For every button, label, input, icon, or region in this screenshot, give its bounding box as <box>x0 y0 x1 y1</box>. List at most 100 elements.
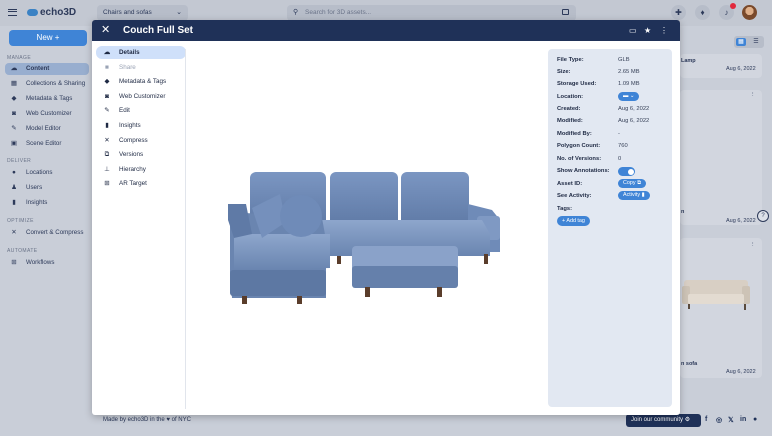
sidebar-item-locations[interactable]: ● Locations <box>5 167 89 179</box>
activity-button[interactable]: Activity ▮ <box>618 191 650 200</box>
cloud-logo-icon <box>27 9 38 16</box>
versions-label: No. of Versions: <box>557 156 602 162</box>
tag-icon: ◆ <box>11 95 17 102</box>
pen-icon: ✎ <box>104 107 110 115</box>
avatar[interactable] <box>742 5 757 20</box>
comment-icon[interactable]: ▭ <box>629 25 637 36</box>
more-vertical-icon[interactable]: ⋮ <box>750 242 756 248</box>
polygon-count-value: 760 <box>618 143 628 149</box>
join-community-button[interactable]: Join our community ⚙ <box>626 414 701 427</box>
copy-asset-id-button[interactable]: Copy ⧉ <box>618 179 646 188</box>
tab-metadata[interactable]: ◆ Metadata & Tags <box>96 75 186 88</box>
modal-tabs: ☁ Details ■ Share ◆ Metadata & Tags ◙ Web Cu… <box>96 46 186 192</box>
pen-icon: ✎ <box>11 125 17 132</box>
chart-icon: ▮ <box>105 121 109 129</box>
linkedin-icon[interactable]: in <box>740 416 746 423</box>
section-title-automate: AUTOMATE <box>7 248 38 254</box>
versions-value: 0 <box>618 156 622 162</box>
search-input[interactable]: ⚲ Search for 3D assets... <box>287 5 576 21</box>
back-cushion <box>401 172 469 226</box>
3d-model-viewer[interactable] <box>222 160 507 305</box>
sidebar-item-model-editor[interactable]: ✎ Model Editor <box>5 123 89 135</box>
sidebar-item-workflows[interactable]: ⊞ Workflows <box>5 257 89 269</box>
more-vertical-icon[interactable]: ⋮ <box>750 92 756 98</box>
flame-icon[interactable]: ♦ <box>695 5 710 20</box>
tab-versions[interactable]: ⧉ Versions <box>96 148 186 161</box>
size-value: 2.65 MB <box>618 69 640 75</box>
github-icon[interactable]: ● <box>753 416 757 423</box>
tab-ar-target[interactable]: ⊞ AR Target <box>96 177 186 190</box>
tab-insights[interactable]: ▮ Insights <box>96 119 186 132</box>
sidebar-item-users[interactable]: ♟ Users <box>5 182 89 194</box>
menu-icon[interactable] <box>8 9 17 16</box>
ottoman-leg <box>365 287 370 297</box>
category-select[interactable]: Chairs and sofas ⌄ <box>97 5 188 21</box>
sofa-thumbnail <box>682 280 750 310</box>
asset-card[interactable] <box>680 90 762 225</box>
add-tag-button[interactable]: + Add tag <box>557 216 590 226</box>
tab-web-customizer[interactable]: ◙ Web Customizer <box>96 90 186 103</box>
show-annotations-label: Show Annotations: <box>557 168 610 174</box>
sidebar-item-scene-editor[interactable]: ▣ Scene Editor <box>5 138 89 150</box>
created-value: Aug 6, 2022 <box>618 106 650 112</box>
folder-icon: ▬ <box>623 93 629 99</box>
section-title-manage: MANAGE <box>7 55 32 61</box>
new-button[interactable]: New + <box>9 30 87 46</box>
hierarchy-icon: ⊥ <box>104 165 110 173</box>
sofa-leg <box>297 296 302 304</box>
size-label: Size: <box>557 69 571 75</box>
location-button[interactable]: ▬ ⌄ <box>618 92 640 101</box>
close-icon[interactable]: ✕ <box>101 24 110 37</box>
polygon-count-label: Polygon Count: <box>557 143 601 149</box>
view-toggle[interactable]: ▦ ☰ <box>734 36 764 48</box>
sidebar-item-web-customizer[interactable]: ◙ Web Customizer <box>5 108 89 120</box>
logo[interactable]: echo3D <box>27 7 76 18</box>
cloud-icon: ☁ <box>10 65 18 72</box>
sidebar-item-content[interactable]: ☁ Content <box>5 63 89 75</box>
tab-compress[interactable]: ✕ Compress <box>96 134 186 147</box>
sofa-leg <box>337 256 341 264</box>
instagram-icon[interactable]: ◎ <box>716 416 722 424</box>
target-icon: ⊞ <box>104 180 110 188</box>
file-type-value: GLB <box>618 57 630 63</box>
sidebar-item-insights[interactable]: ▮ Insights <box>5 197 89 209</box>
storage-used-value: 1.09 MB <box>618 81 640 87</box>
tab-edit[interactable]: ✎ Edit <box>96 104 186 117</box>
x-icon[interactable]: 𝕏 <box>728 416 734 424</box>
sidebar-item-collections[interactable]: ▦ Collections & Sharing <box>5 78 89 90</box>
details-panel: File Type: GLB Size: 2.65 MB Storage Use… <box>548 49 672 407</box>
versions-icon: ⧉ <box>104 151 110 159</box>
storage-used-label: Storage Used: <box>557 81 597 87</box>
vr-icon: ◙ <box>105 92 109 100</box>
help-icon[interactable]: ? <box>757 210 769 222</box>
asset-detail-modal: ✕ Couch Full Set ▭ ★ ⋮ ☁ Details ■ Share ◆… <box>92 20 680 415</box>
show-annotations-toggle[interactable] <box>618 167 635 176</box>
sofa-leg <box>484 254 488 264</box>
location-label: Location: <box>557 94 584 100</box>
tag-icon: ◆ <box>104 78 110 86</box>
sidebar-item-convert[interactable]: ✕ Convert & Compress <box>5 227 89 239</box>
chaise-front <box>230 270 326 296</box>
asset-id-label: Asset ID: <box>557 181 583 187</box>
workflow-icon: ⊞ <box>11 259 17 266</box>
list-view-icon[interactable]: ☰ <box>751 38 761 46</box>
grid-view-icon[interactable]: ▦ <box>736 38 746 46</box>
ottoman-side <box>352 266 458 288</box>
tab-share[interactable]: ■ Share <box>96 61 186 74</box>
image-search-icon[interactable] <box>562 9 569 15</box>
notification-dot <box>730 3 736 9</box>
star-icon[interactable]: ★ <box>644 25 651 36</box>
section-title-deliver: DELIVER <box>7 158 32 164</box>
facebook-icon[interactable]: f <box>705 416 707 423</box>
tab-details[interactable]: ☁ Details <box>96 46 186 59</box>
more-vertical-icon[interactable]: ⋮ <box>660 25 668 36</box>
puzzle-icon[interactable]: ✚ <box>671 5 686 20</box>
tab-hierarchy[interactable]: ⊥ Hierarchy <box>96 163 186 176</box>
sidebar-item-metadata[interactable]: ◆ Metadata & Tags <box>5 93 89 105</box>
chart-icon: ▮ <box>12 199 16 206</box>
tab-divider <box>185 49 186 409</box>
chevron-down-icon: ⌄ <box>629 93 635 99</box>
chart-icon: ▮ <box>641 192 645 198</box>
tags-label: Tags: <box>557 206 573 212</box>
asset-card-date: Aug 6, 2022 <box>726 369 756 375</box>
